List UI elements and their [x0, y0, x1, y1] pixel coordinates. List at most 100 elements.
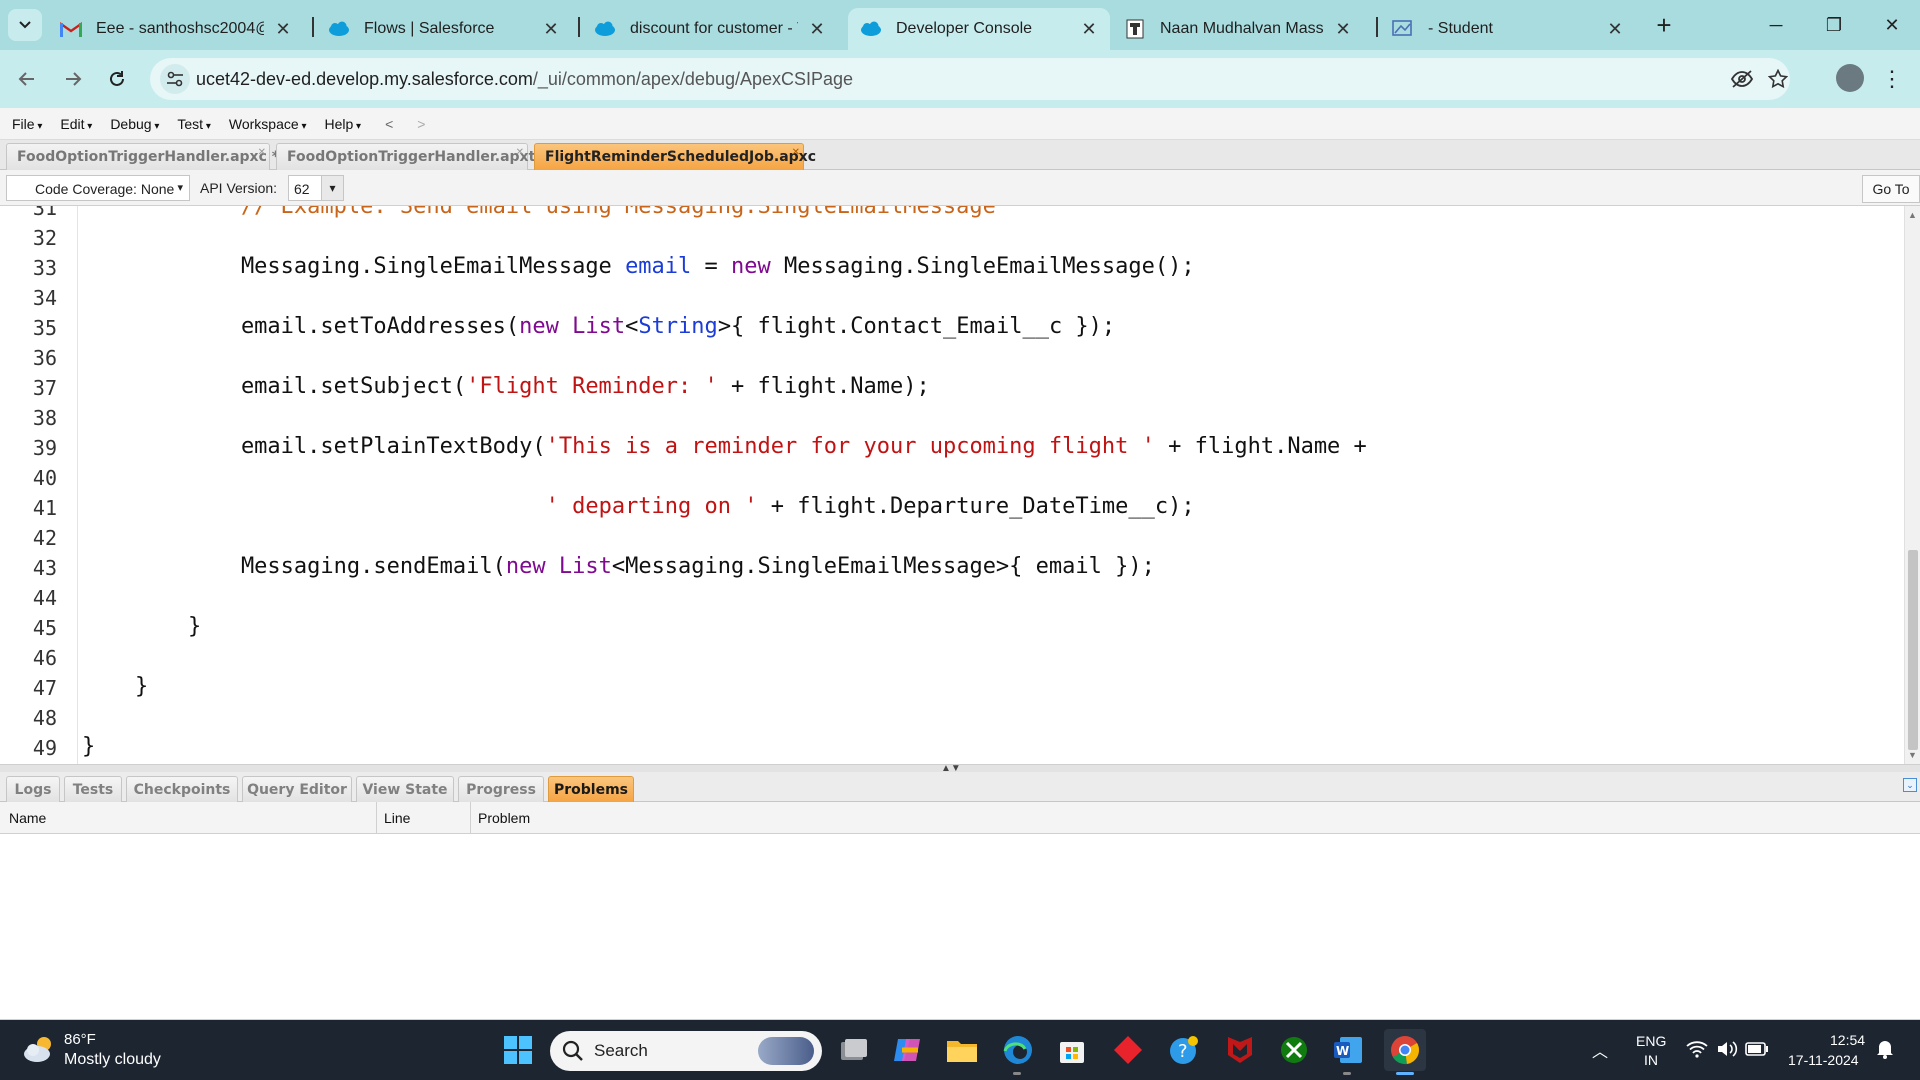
- profile-avatar[interactable]: [1836, 64, 1864, 92]
- file-tab-flight-reminder[interactable]: FlightReminderScheduledJob.apxc ✕: [534, 143, 816, 170]
- wifi-icon[interactable]: [1682, 1034, 1712, 1064]
- api-version-select[interactable]: 62 ▾: [288, 175, 344, 201]
- line-number: 47: [32, 676, 57, 700]
- file-tab-handler-apxt[interactable]: FoodOptionTriggerHandler.apxt ✕: [276, 143, 535, 170]
- code-coverage-select[interactable]: Code Coverage: None: [6, 175, 190, 201]
- site-info-icon[interactable]: [160, 64, 190, 94]
- code-line[interactable]: ' departing on ' + flight.Departure_Date…: [82, 494, 1195, 519]
- input-language[interactable]: ENG: [1636, 1033, 1666, 1049]
- windows-start-icon[interactable]: [500, 1032, 536, 1068]
- close-icon[interactable]: ✕: [1606, 19, 1624, 39]
- panel-tab-tests[interactable]: Tests: [64, 776, 122, 802]
- panel-tab-problems[interactable]: Problems: [548, 776, 634, 802]
- mcafee-icon[interactable]: [1222, 1032, 1258, 1068]
- scroll-down-icon[interactable]: ▼: [1908, 750, 1917, 760]
- show-hidden-icons-icon[interactable]: ︿: [1592, 1038, 1608, 1062]
- scroll-up-icon[interactable]: ▲: [1908, 210, 1917, 220]
- battery-icon[interactable]: [1742, 1034, 1772, 1064]
- browser-tab-naan-mudhalvan[interactable]: Naan Mudhalvan Massive ✕: [1112, 8, 1364, 50]
- back-button[interactable]: [12, 64, 42, 94]
- close-icon[interactable]: ✕: [516, 147, 524, 158]
- browser-tab-flows[interactable]: Flows | Salesforce ✕: [316, 8, 572, 50]
- app-red-diamond-icon[interactable]: [1110, 1032, 1146, 1068]
- code-line[interactable]: email.setSubject('Flight Reminder: ' + f…: [82, 374, 930, 399]
- menu-debug[interactable]: Debug: [110, 116, 159, 132]
- volume-icon[interactable]: [1712, 1034, 1742, 1064]
- star-icon[interactable]: [1766, 67, 1790, 91]
- code-line[interactable]: Messaging.sendEmail(new List<Messaging.S…: [82, 554, 1155, 579]
- xbox-icon[interactable]: [1276, 1032, 1312, 1068]
- close-icon[interactable]: ✕: [274, 19, 292, 39]
- weather-temperature[interactable]: 86°F: [64, 1031, 96, 1048]
- code-line[interactable]: email.setPlainTextBody('This is a remind…: [82, 434, 1367, 459]
- clock-time[interactable]: 12:54: [1830, 1032, 1865, 1048]
- close-icon[interactable]: ✕: [808, 19, 826, 39]
- close-icon[interactable]: ✕: [792, 147, 800, 158]
- scrollbar-thumb[interactable]: [1908, 550, 1918, 750]
- notification-bell-icon[interactable]: [1870, 1034, 1900, 1064]
- chevron-down-icon[interactable]: ▾: [321, 176, 343, 200]
- code-line[interactable]: }: [82, 734, 95, 759]
- copilot-icon[interactable]: [890, 1032, 926, 1068]
- close-icon[interactable]: ✕: [258, 147, 266, 158]
- nav-forward-button[interactable]: >: [417, 116, 425, 132]
- taskbar-search-box[interactable]: Search: [550, 1031, 822, 1071]
- column-problem[interactable]: Problem: [478, 810, 530, 826]
- word-icon[interactable]: W: [1330, 1032, 1366, 1068]
- microsoft-store-icon[interactable]: [1054, 1032, 1090, 1068]
- code-line[interactable]: }: [82, 674, 148, 699]
- forward-button[interactable]: [58, 64, 88, 94]
- close-icon[interactable]: ✕: [1080, 19, 1098, 39]
- close-window-button[interactable]: ✕: [1872, 10, 1912, 40]
- new-tab-button[interactable]: +: [1650, 10, 1678, 40]
- column-line[interactable]: Line: [384, 810, 410, 826]
- browser-tab-student[interactable]: - Student ✕: [1380, 8, 1636, 50]
- more-menu-icon[interactable]: ⋮: [1881, 64, 1903, 94]
- chrome-icon[interactable]: [1384, 1029, 1426, 1071]
- close-icon[interactable]: ✕: [1334, 19, 1352, 39]
- minimize-button[interactable]: ─: [1756, 10, 1796, 40]
- panel-tab-progress[interactable]: Progress: [458, 776, 544, 802]
- eye-off-icon[interactable]: [1730, 67, 1754, 91]
- go-to-button[interactable]: Go To: [1862, 175, 1920, 203]
- panel-splitter[interactable]: ▲▼: [0, 763, 1920, 774]
- clock-date[interactable]: 17-11-2024: [1788, 1052, 1859, 1068]
- menu-test[interactable]: Test: [177, 116, 211, 132]
- browser-tab-discount[interactable]: discount for customer - V4 ✕: [582, 8, 838, 50]
- close-icon[interactable]: ✕: [542, 19, 560, 39]
- address-bar[interactable]: ucet42-dev-ed.develop.my.salesforce.com/…: [150, 58, 1790, 100]
- reload-button[interactable]: [102, 64, 132, 94]
- cloud-sun-icon[interactable]: [22, 1034, 56, 1064]
- panel-tab-query-editor[interactable]: Query Editor: [242, 776, 352, 802]
- naan-mudhalvan-icon: [1124, 18, 1146, 40]
- file-tab-handler-apxc[interactable]: FoodOptionTriggerHandler.apxc * ✕: [6, 143, 279, 170]
- url-path: /_ui/common/apex/debug/ApexCSIPage: [532, 69, 854, 89]
- code-line[interactable]: email.setToAddresses(new List<String>{ f…: [82, 314, 1115, 339]
- salesforce-cloud-icon: [594, 18, 616, 40]
- menu-workspace[interactable]: Workspace: [229, 116, 307, 132]
- code-line[interactable]: // Example: Send email using Messaging.S…: [82, 206, 996, 219]
- panel-tab-logs[interactable]: Logs: [6, 776, 60, 802]
- code-line[interactable]: Messaging.SingleEmailMessage email = new…: [82, 254, 1195, 279]
- input-region[interactable]: IN: [1644, 1052, 1658, 1068]
- panel-tab-checkpoints[interactable]: Checkpoints: [126, 776, 238, 802]
- restore-button[interactable]: ❐: [1814, 10, 1854, 40]
- weather-description[interactable]: Mostly cloudy: [64, 1051, 161, 1069]
- menu-file[interactable]: File: [12, 116, 42, 132]
- editor-scrollbar[interactable]: ▲ ▼: [1904, 206, 1920, 764]
- code-line[interactable]: }: [82, 614, 201, 639]
- collapse-panel-icon[interactable]: ⌄: [1903, 778, 1917, 792]
- menu-edit[interactable]: Edit: [60, 116, 92, 132]
- browser-tab-developer-console[interactable]: Developer Console ✕: [848, 8, 1110, 50]
- task-view-icon[interactable]: [836, 1032, 872, 1068]
- menu-help[interactable]: Help: [324, 116, 361, 132]
- nav-back-button[interactable]: <: [385, 116, 393, 132]
- column-name[interactable]: Name: [9, 810, 46, 826]
- edge-browser-icon[interactable]: [1000, 1032, 1036, 1068]
- get-help-icon[interactable]: ?: [1166, 1032, 1202, 1068]
- code-editor[interactable]: 31 32 33 34 35 36 37 38 39 40 41 42 43 44 45 46 47 48 49 /…: [0, 206, 1920, 764]
- tab-search-button[interactable]: [8, 9, 42, 41]
- browser-tab-gmail[interactable]: Eee - santhoshsc2004@gm ✕: [48, 8, 304, 50]
- panel-tab-view-state[interactable]: View State: [356, 776, 454, 802]
- file-explorer-icon[interactable]: [944, 1032, 980, 1068]
